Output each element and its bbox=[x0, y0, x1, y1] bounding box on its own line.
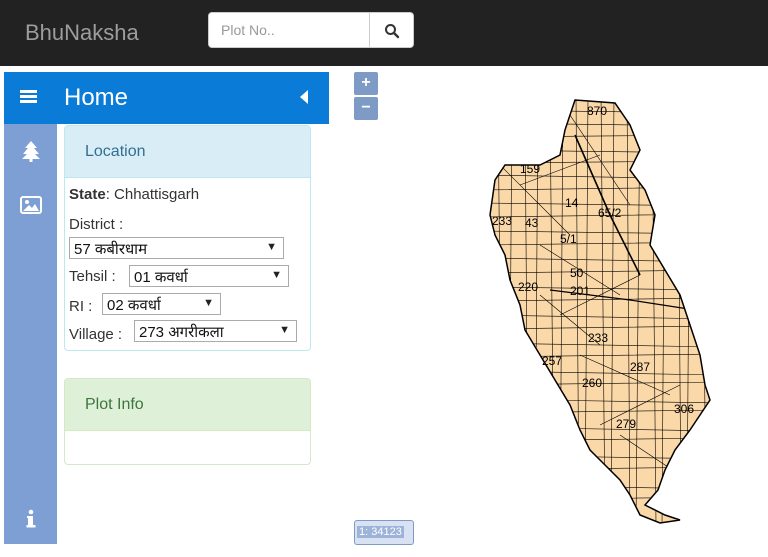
plot-label: 279 bbox=[616, 417, 636, 431]
dropdown-arrow-icon: ▼ bbox=[271, 269, 282, 281]
zoom-in-button[interactable]: + bbox=[354, 72, 378, 95]
district-label: District : bbox=[69, 216, 124, 233]
village-select[interactable]: 273 अगरीकला ▼ bbox=[134, 320, 297, 342]
plot-label: 43 bbox=[525, 216, 539, 230]
sidebar-tab-bar bbox=[4, 124, 57, 544]
state-row: State: Chhattisgarh bbox=[69, 186, 199, 203]
cadastral-map[interactable]: 870 159 14 65/2 233 43 5/1 220 201 50 28… bbox=[480, 95, 720, 525]
info-icon[interactable] bbox=[20, 508, 42, 530]
tree-icon[interactable] bbox=[20, 140, 42, 162]
dropdown-arrow-icon: ▼ bbox=[203, 297, 214, 309]
image-icon[interactable] bbox=[20, 194, 42, 216]
plot-label: 14 bbox=[565, 196, 579, 210]
plot-label: 233 bbox=[492, 214, 512, 228]
plot-search bbox=[208, 12, 414, 48]
plot-label: 50 bbox=[570, 266, 584, 280]
location-panel-title: Location bbox=[65, 126, 310, 178]
plot-label: 159 bbox=[520, 162, 540, 176]
plot-label: 220 bbox=[518, 280, 538, 294]
plot-label: 201 bbox=[570, 284, 590, 298]
plot-info-panel: Plot Info bbox=[64, 378, 311, 465]
district-select-value: 57 कबीरधाम bbox=[74, 241, 148, 258]
dropdown-arrow-icon: ▼ bbox=[279, 324, 290, 336]
plot-label: 257 bbox=[542, 354, 562, 368]
district-select[interactable]: 57 कबीरधाम ▼ bbox=[69, 237, 284, 259]
sidebar-header: Home bbox=[4, 72, 329, 124]
zoom-out-button[interactable]: − bbox=[354, 97, 378, 120]
state-label: State bbox=[69, 186, 106, 203]
search-icon bbox=[385, 24, 400, 39]
village-select-value: 273 अगरीकला bbox=[139, 324, 224, 341]
map-scale-indicator: 1: 34123 bbox=[354, 520, 414, 545]
scale-text: 1: 34123 bbox=[357, 526, 404, 538]
ri-select-value: 02 कवर्धा bbox=[107, 297, 161, 314]
top-navbar: BhuNaksha bbox=[0, 0, 768, 66]
tehsil-select[interactable]: 01 कवर्धा ▼ bbox=[129, 265, 289, 287]
plot-search-input[interactable] bbox=[208, 12, 370, 48]
state-value: : Chhattisgarh bbox=[105, 186, 200, 203]
plot-info-title: Plot Info bbox=[65, 379, 310, 431]
plot-label: 233 bbox=[588, 331, 608, 345]
plot-label: 306 bbox=[674, 402, 694, 416]
plot-label: 5/1 bbox=[560, 232, 577, 246]
ri-select[interactable]: 02 कवर्धा ▼ bbox=[102, 293, 221, 315]
plot-label: 260 bbox=[582, 376, 602, 390]
tehsil-select-value: 01 कवर्धा bbox=[134, 269, 188, 286]
tehsil-label: Tehsil : bbox=[69, 268, 116, 285]
page-title: Home bbox=[64, 84, 129, 111]
brand-logo[interactable]: BhuNaksha bbox=[25, 20, 139, 46]
dropdown-arrow-icon: ▼ bbox=[266, 241, 277, 253]
plot-label: 870 bbox=[587, 104, 607, 118]
collapse-sidebar-icon[interactable] bbox=[300, 90, 308, 104]
search-button[interactable] bbox=[370, 12, 414, 48]
ri-label: RI : bbox=[69, 298, 93, 315]
location-panel: Location State: Chhattisgarh District : … bbox=[64, 125, 311, 351]
village-label: Village : bbox=[69, 326, 123, 343]
plot-label: 287 bbox=[630, 360, 650, 374]
plot-label: 65/2 bbox=[598, 206, 622, 220]
menu-icon[interactable] bbox=[20, 90, 37, 104]
